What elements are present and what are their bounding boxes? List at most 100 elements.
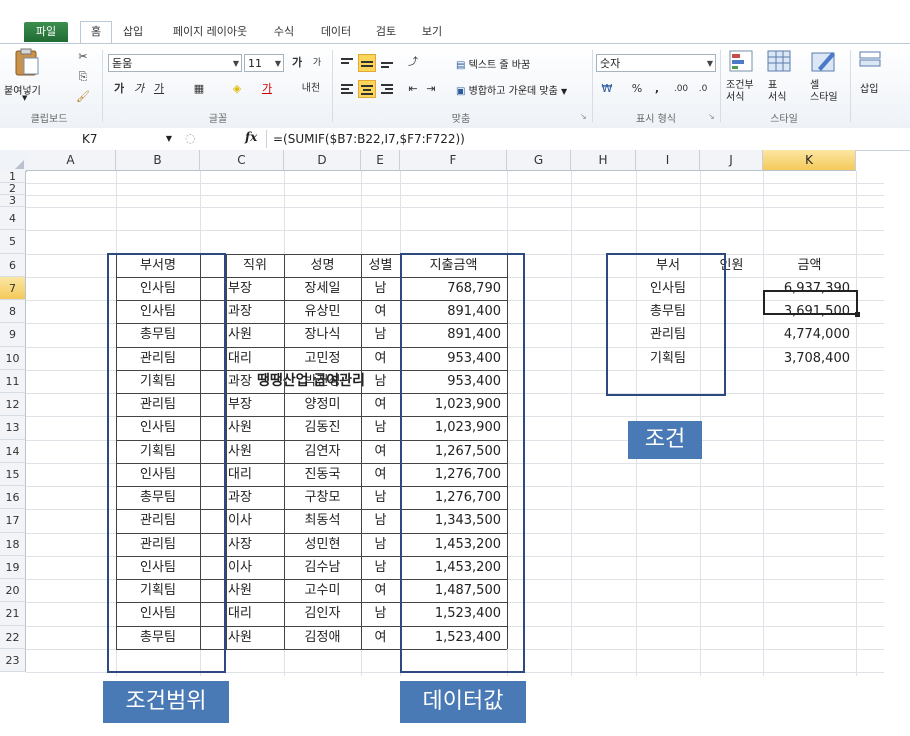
name-cell[interactable]: 김정애 — [284, 626, 361, 649]
comma-button[interactable]: , — [648, 80, 666, 98]
gender-cell[interactable]: 남 — [361, 277, 400, 300]
position-cell[interactable]: 대리 — [228, 602, 284, 625]
gender-cell[interactable]: 남 — [361, 323, 400, 346]
formula-input[interactable]: =(SUMIF($B7:B22,I7,$F7:F722)) — [266, 130, 910, 148]
position-cell[interactable]: 과장 — [228, 370, 284, 393]
row-header-4[interactable]: 4 — [0, 207, 26, 231]
name-cell[interactable]: 장세일 — [284, 277, 361, 300]
name-cell[interactable]: 박진성 — [284, 370, 361, 393]
tab-home[interactable]: 홈 — [80, 21, 112, 45]
row-header-16[interactable]: 16 — [0, 486, 26, 510]
header-name[interactable]: 성명 — [284, 254, 361, 277]
italic-button[interactable]: 가 — [130, 80, 148, 98]
position-cell[interactable]: 과장 — [228, 486, 284, 509]
name-cell[interactable]: 최동석 — [284, 509, 361, 532]
column-header-a[interactable]: A — [26, 150, 116, 171]
border-icon[interactable]: ▦ — [190, 80, 208, 98]
row-header-8[interactable]: 8 — [0, 300, 26, 324]
gender-cell[interactable]: 여 — [361, 347, 400, 370]
name-box[interactable]: K7 ▼ — [30, 130, 176, 148]
summary-amount-cell[interactable]: 3,708,400 — [763, 347, 856, 370]
align-right-icon[interactable] — [378, 80, 396, 98]
column-header-j[interactable]: J — [700, 150, 763, 171]
gender-cell[interactable]: 여 — [361, 300, 400, 323]
row-header-20[interactable]: 20 — [0, 579, 26, 603]
cut-icon[interactable]: ✂ — [74, 48, 92, 66]
summary-header-amount[interactable]: 금액 — [763, 254, 856, 277]
row-header-13[interactable]: 13 — [0, 416, 26, 440]
copy-icon[interactable]: ⎘ — [74, 68, 92, 86]
increase-decimal-button[interactable]: .00 — [672, 80, 690, 98]
gender-cell[interactable]: 여 — [361, 440, 400, 463]
cell-styles-button[interactable]: 셀 스타일 — [802, 48, 844, 108]
name-cell[interactable]: 김인자 — [284, 602, 361, 625]
name-cell[interactable]: 김연자 — [284, 440, 361, 463]
position-cell[interactable]: 사원 — [228, 323, 284, 346]
row-header-15[interactable]: 15 — [0, 462, 26, 486]
position-cell[interactable]: 사원 — [228, 440, 284, 463]
header-gender[interactable]: 성별 — [361, 254, 400, 277]
number-format-combo[interactable]: 숫자 ▼ — [596, 54, 716, 72]
fill-color-icon[interactable]: ◈ — [228, 80, 246, 98]
insert-cells-button[interactable]: 삽입 — [854, 48, 888, 108]
position-cell[interactable]: 사원 — [228, 416, 284, 439]
percent-button[interactable]: % — [628, 80, 646, 98]
gender-cell[interactable]: 남 — [361, 370, 400, 393]
summary-amount-cell[interactable]: 4,774,000 — [763, 323, 856, 346]
column-header-k[interactable]: K — [763, 150, 856, 171]
name-cell[interactable]: 유상민 — [284, 300, 361, 323]
name-cell[interactable]: 구창모 — [284, 486, 361, 509]
name-cell[interactable]: 고수미 — [284, 579, 361, 602]
name-cell[interactable]: 고민정 — [284, 347, 361, 370]
row-header-12[interactable]: 12 — [0, 393, 26, 417]
decrease-indent-icon[interactable]: ⇤ — [404, 80, 422, 98]
column-header-h[interactable]: H — [571, 150, 636, 171]
row-header-9[interactable]: 9 — [0, 323, 26, 347]
position-cell[interactable]: 부장 — [228, 393, 284, 416]
insert-function-icon[interactable]: fx — [245, 130, 257, 144]
text-orientation-icon[interactable]: ⤴ — [404, 54, 422, 72]
position-cell[interactable]: 대리 — [228, 463, 284, 486]
paste-button[interactable]: 붙여넣기 ▼ — [4, 48, 48, 104]
gender-cell[interactable]: 남 — [361, 416, 400, 439]
tab-view[interactable]: 보기 — [412, 22, 452, 42]
column-header-f[interactable]: F — [400, 150, 507, 171]
name-cell[interactable]: 성민현 — [284, 533, 361, 556]
bold-button[interactable]: 가 — [110, 80, 128, 98]
tab-file[interactable]: 파일 — [24, 22, 68, 42]
format-painter-icon[interactable]: 🖌 — [74, 88, 92, 106]
align-middle-icon[interactable] — [358, 54, 376, 72]
gender-cell[interactable]: 여 — [361, 626, 400, 649]
wrap-text-button[interactable]: ▤ 텍스트 줄 바꿈 — [456, 56, 530, 71]
tab-review[interactable]: 검토 — [366, 22, 406, 42]
align-bottom-icon[interactable] — [378, 54, 396, 72]
align-left-icon[interactable] — [338, 80, 356, 98]
tab-page-layout[interactable]: 페이지 레이아웃 — [162, 22, 258, 42]
row-header-21[interactable]: 21 — [0, 602, 26, 626]
align-center-icon[interactable] — [358, 80, 376, 98]
row-header-3[interactable]: 3 — [0, 195, 26, 207]
gender-cell[interactable]: 여 — [361, 463, 400, 486]
dialog-launcher-icon[interactable]: ↘ — [580, 112, 587, 121]
row-header-22[interactable]: 22 — [0, 625, 26, 649]
position-cell[interactable]: 대리 — [228, 347, 284, 370]
column-header-e[interactable]: E — [361, 150, 400, 171]
row-header-17[interactable]: 17 — [0, 509, 26, 533]
column-header-d[interactable]: D — [284, 150, 361, 171]
position-cell[interactable]: 사원 — [228, 626, 284, 649]
column-header-g[interactable]: G — [507, 150, 571, 171]
name-cell[interactable]: 김수남 — [284, 556, 361, 579]
merge-center-button[interactable]: ▣ 병합하고 가운데 맞춤 ▼ — [456, 82, 567, 97]
row-header-18[interactable]: 18 — [0, 532, 26, 556]
name-cell[interactable]: 장나식 — [284, 323, 361, 346]
align-top-icon[interactable] — [338, 54, 356, 72]
row-header-23[interactable]: 23 — [0, 648, 26, 672]
tab-data[interactable]: 데이터 — [312, 22, 360, 42]
row-header-10[interactable]: 10 — [0, 346, 26, 370]
row-header-5[interactable]: 5 — [0, 230, 26, 254]
increase-indent-icon[interactable]: ⇥ — [422, 80, 440, 98]
name-cell[interactable]: 김동진 — [284, 416, 361, 439]
format-as-table-button[interactable]: 표 서식 — [762, 48, 798, 108]
select-all-button[interactable] — [0, 150, 27, 172]
header-position[interactable]: 직위 — [226, 254, 284, 277]
